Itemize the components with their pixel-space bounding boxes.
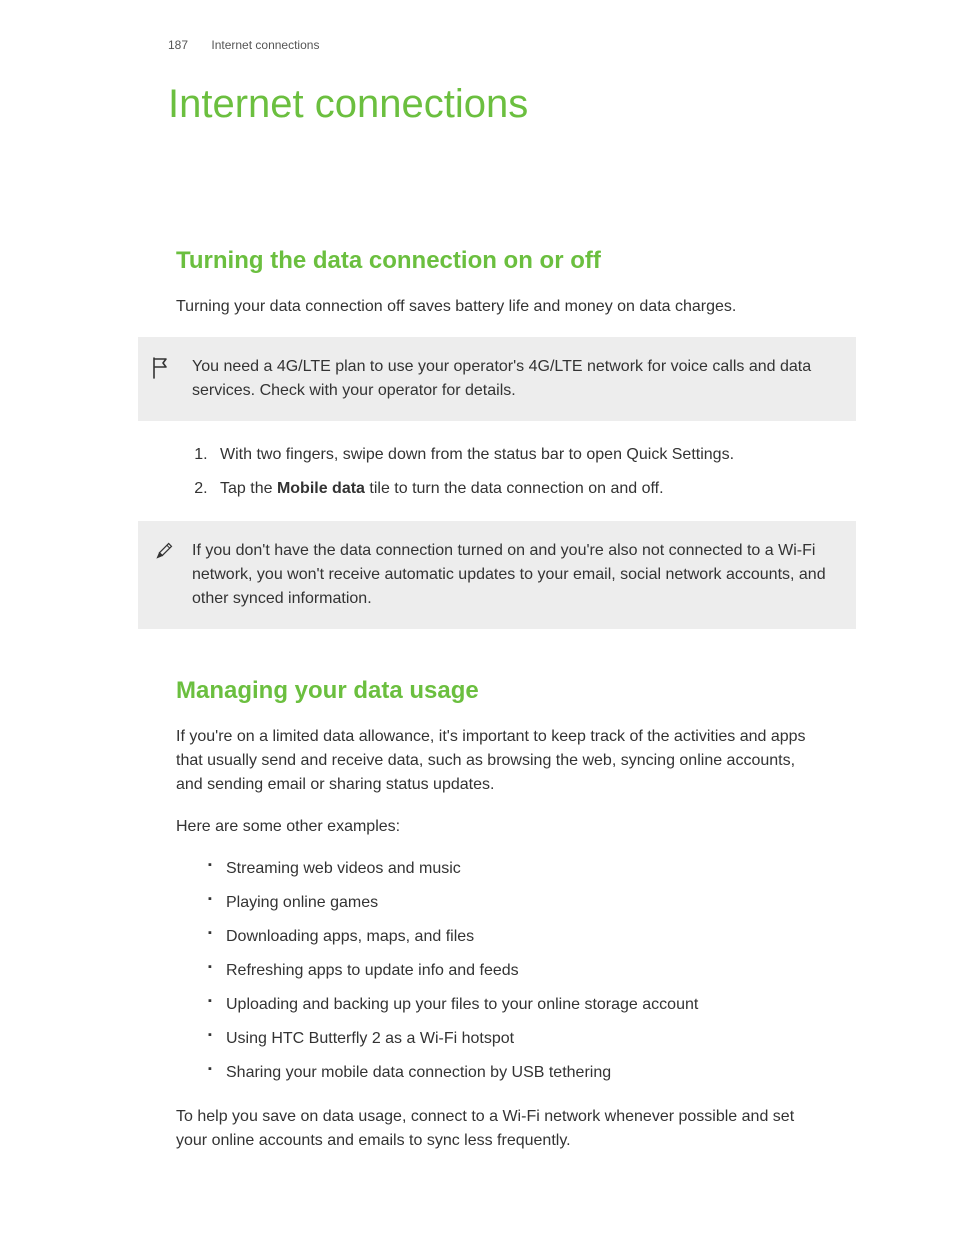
section-heading-managing: Managing your data usage [176, 677, 826, 705]
step-2-post: tile to turn the data connection on and … [365, 480, 664, 497]
step-1: With two fingers, swipe down from the st… [212, 443, 818, 467]
document-page: 187 Internet connections Internet connec… [0, 0, 954, 1153]
pencil-icon [152, 541, 174, 563]
page-header: 187 Internet connections [168, 38, 826, 52]
list-item: Playing online games [208, 891, 818, 915]
section-heading-data-connection: Turning the data connection on or off [176, 247, 826, 275]
page-title: Internet connections [168, 82, 826, 127]
list-item: Downloading apps, maps, and files [208, 925, 818, 949]
list-item: Uploading and backing up your files to y… [208, 993, 818, 1017]
steps-list: With two fingers, swipe down from the st… [200, 443, 818, 501]
step-2-pre: Tap the [220, 480, 277, 497]
list-item: Using HTC Butterfly 2 as a Wi-Fi hotspot [208, 1027, 818, 1051]
page-number: 187 [168, 38, 188, 52]
section-managing-data: Managing your data usage If you're on a … [168, 677, 826, 1153]
examples-list: Streaming web videos and music Playing o… [208, 857, 818, 1085]
list-item: Refreshing apps to update info and feeds [208, 959, 818, 983]
managing-p3: To help you save on data usage, connect … [176, 1105, 818, 1153]
breadcrumb: Internet connections [211, 38, 319, 52]
callout-flag: You need a 4G/LTE plan to use your opera… [138, 337, 856, 421]
callout-note-text: If you don't have the data connection tu… [192, 539, 836, 611]
step-2: Tap the Mobile data tile to turn the dat… [212, 477, 818, 501]
managing-p2: Here are some other examples: [176, 815, 818, 839]
step-2-bold: Mobile data [277, 480, 365, 497]
callout-note: If you don't have the data connection tu… [138, 521, 856, 629]
flag-icon [152, 357, 174, 379]
callout-flag-text: You need a 4G/LTE plan to use your opera… [192, 355, 836, 403]
list-item: Streaming web videos and music [208, 857, 818, 881]
list-item: Sharing your mobile data connection by U… [208, 1061, 818, 1085]
managing-p1: If you're on a limited data allowance, i… [176, 725, 818, 797]
intro-paragraph: Turning your data connection off saves b… [176, 295, 818, 319]
